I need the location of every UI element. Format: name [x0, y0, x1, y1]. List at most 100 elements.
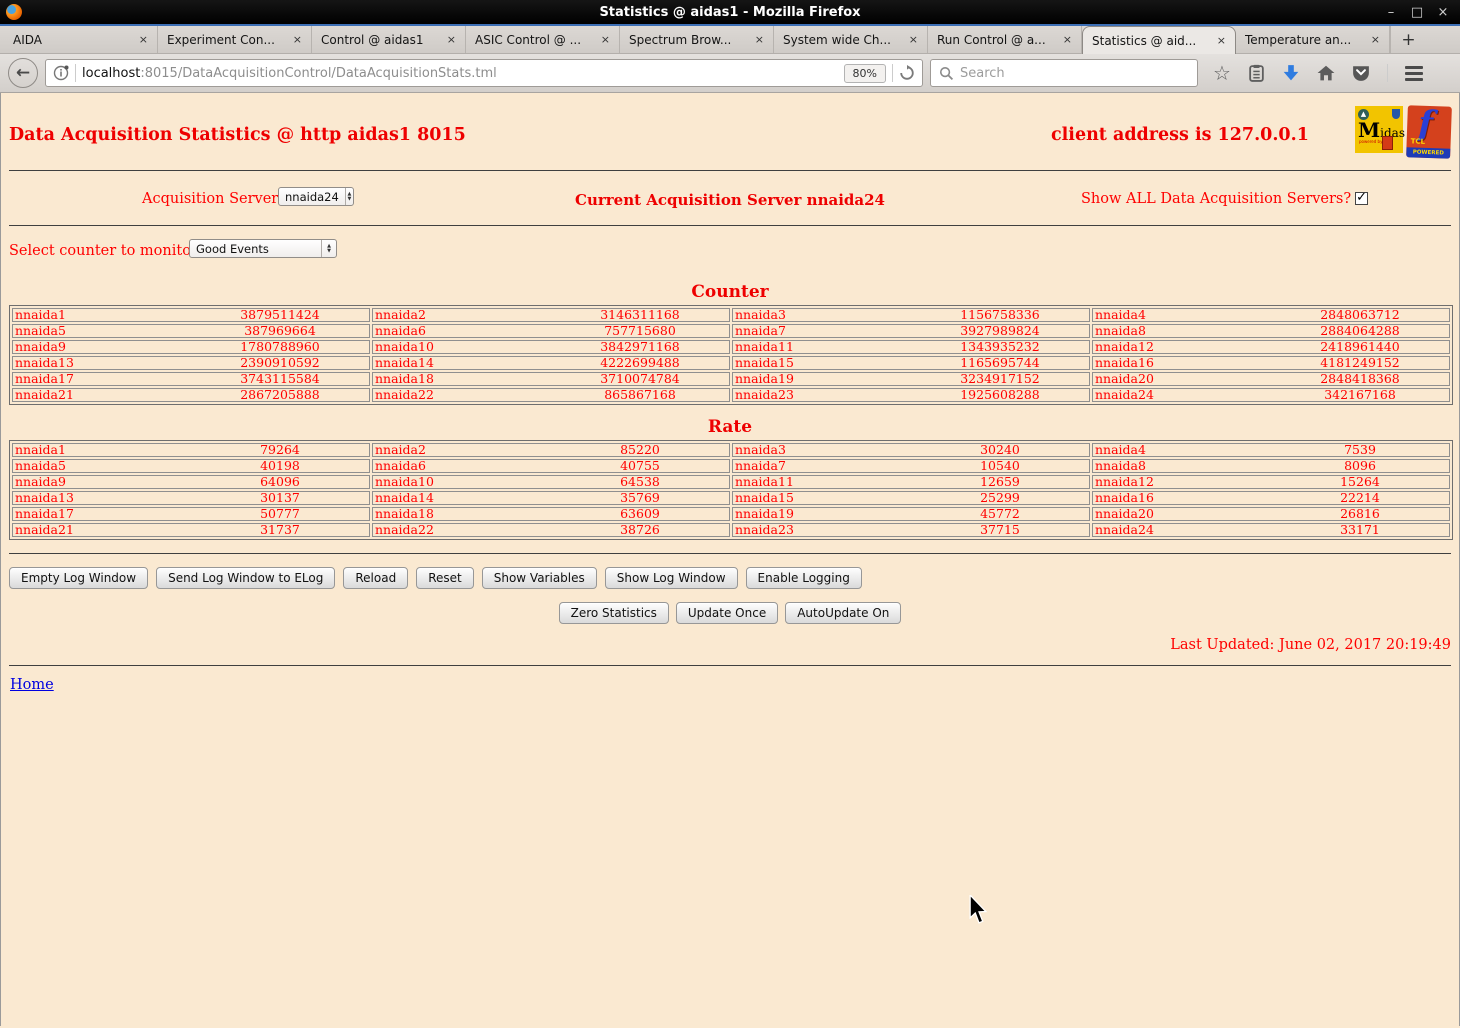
menu-hamburger-icon[interactable] [1404, 65, 1423, 81]
stat-name: nnaida19 [735, 508, 794, 520]
stat-name: nnaida16 [1095, 357, 1154, 369]
stat-name: nnaida2 [375, 309, 426, 321]
zoom-level-badge[interactable]: 80% [843, 63, 886, 83]
stat-name: nnaida18 [375, 373, 434, 385]
autoupdate-on-button[interactable]: AutoUpdate On [785, 602, 902, 624]
maximize-button[interactable]: □ [1408, 5, 1426, 20]
tab-spectrum-brow[interactable]: Spectrum Brow... × [620, 26, 774, 53]
update-buttons-row: Zero Statistics Update Once AutoUpdate On [1, 602, 1459, 624]
show-all-servers-label: Show ALL Data Acquisition Servers? [1081, 190, 1369, 207]
bookmarks-clipboard-icon[interactable] [1248, 64, 1265, 82]
tab-close-icon[interactable]: × [1217, 34, 1226, 47]
select-counter-label: Select counter to monitor [9, 243, 198, 259]
stat-name: nnaida7 [735, 325, 786, 337]
stat-value: 30240 [980, 442, 1020, 457]
counter-select[interactable]: Good Events ▲ ▼ [189, 239, 337, 258]
tab-control-aidas1[interactable]: Control @ aidas1 × [312, 26, 466, 53]
stat-cell-nnaida12: nnaida12 15264 [1092, 475, 1450, 489]
tab-close-icon[interactable]: × [139, 33, 148, 46]
tab-label: ASIC Control @ ... [475, 32, 582, 47]
back-button[interactable]: ← [8, 58, 38, 88]
search-icon [939, 66, 954, 80]
window-title: Statistics @ aidas1 - Mozilla Firefox [599, 4, 861, 20]
stat-cell-nnaida22: nnaida22 865867168 [372, 388, 730, 402]
tab-close-icon[interactable]: × [601, 33, 610, 46]
tab-close-icon[interactable]: × [447, 33, 456, 46]
stat-cell-nnaida16: nnaida16 22214 [1092, 491, 1450, 505]
reload-icon[interactable] [899, 65, 915, 81]
tab-asic-control[interactable]: ASIC Control @ ... × [466, 26, 620, 53]
tab-label: Statistics @ aid... [1092, 33, 1197, 48]
tab-experiment-con[interactable]: Experiment Con... × [158, 26, 312, 53]
stat-cell-nnaida5: nnaida5 40198 [12, 459, 370, 473]
search-input[interactable] [960, 65, 1189, 81]
stat-name: nnaida20 [1095, 373, 1154, 385]
stat-value: 2867205888 [240, 387, 320, 402]
search-bar[interactable] [930, 59, 1198, 87]
update-once-button[interactable]: Update Once [675, 602, 779, 624]
stat-cell-nnaida19: nnaida19 3234917152 [732, 372, 1090, 386]
stat-value: 31737 [260, 522, 300, 537]
stat-name: nnaida10 [375, 476, 434, 488]
show-variables-button[interactable]: Show Variables [481, 567, 597, 589]
reset-button[interactable]: Reset [416, 567, 474, 589]
tcl-powered-text: POWERED [1406, 147, 1451, 159]
stat-name: nnaida9 [15, 341, 66, 353]
bookmark-star-icon[interactable]: ☆ [1213, 63, 1231, 83]
stat-value: 342167168 [1324, 387, 1396, 402]
tab-temperature-an[interactable]: Temperature an... × [1236, 26, 1390, 53]
stat-cell-nnaida12: nnaida12 2418961440 [1092, 340, 1450, 354]
stat-name: nnaida1 [15, 309, 66, 321]
close-button[interactable]: × [1434, 5, 1452, 20]
counter-section-title: Counter [691, 282, 769, 302]
show-all-checkbox[interactable] [1355, 190, 1369, 205]
home-icon[interactable] [1317, 65, 1335, 81]
tab-close-icon[interactable]: × [1371, 33, 1380, 46]
midas-powered-text: powered by [1359, 139, 1383, 144]
tcl-powered-logo[interactable]: f TCL POWERED [1406, 105, 1452, 159]
tab-close-icon[interactable]: × [1063, 33, 1072, 46]
stat-value: 3842971168 [600, 339, 680, 354]
show-log-window-button[interactable]: Show Log Window [604, 567, 738, 589]
tab-statistics-aid[interactable]: Statistics @ aid... × [1082, 26, 1236, 54]
stat-name: nnaida23 [735, 524, 794, 536]
new-tab-button[interactable]: + [1390, 26, 1426, 53]
send-log-window-to-elog-button[interactable]: Send Log Window to ELog [156, 567, 336, 589]
enable-logging-button[interactable]: Enable Logging [745, 567, 862, 589]
stat-value: 4222699488 [600, 355, 680, 370]
empty-log-window-button[interactable]: Empty Log Window [9, 567, 149, 589]
tab-system-wide-ch[interactable]: System wide Ch... × [774, 26, 928, 53]
page-header: Data Acquisition Statistics @ http aidas… [1, 93, 1459, 170]
table-row: nnaida1 3879511424 nnaida2 3146311168 nnaida… [12, 308, 1450, 322]
tab-close-icon[interactable]: × [293, 33, 302, 46]
table-row: nnaida9 1780788960 nnaida10 3842971168 nnaid… [12, 340, 1450, 354]
reload-button[interactable]: Reload [343, 567, 409, 589]
stat-value: 8096 [1344, 458, 1376, 473]
tab-close-icon[interactable]: × [755, 33, 764, 46]
minimize-button[interactable]: – [1382, 5, 1400, 20]
home-link[interactable]: Home [10, 677, 54, 693]
tab-close-icon[interactable]: × [909, 33, 918, 46]
stat-cell-nnaida22: nnaida22 38726 [372, 523, 730, 537]
tab-aida[interactable]: AIDA × [4, 26, 158, 53]
stat-name: nnaida17 [15, 373, 74, 385]
stat-cell-nnaida10: nnaida10 3842971168 [372, 340, 730, 354]
stat-name: nnaida21 [15, 389, 74, 401]
midas-logo[interactable]: ▲ Midas powered by [1355, 106, 1405, 153]
stat-value: 50777 [260, 506, 300, 521]
url-bar[interactable]: localhost:8015/DataAcquisitionControl/Da… [45, 59, 923, 87]
stat-value: 757715680 [604, 323, 676, 338]
downloads-icon[interactable] [1282, 64, 1300, 82]
site-info-icon[interactable] [53, 65, 69, 81]
tab-run-control-a[interactable]: Run Control @ a... × [928, 26, 1082, 53]
zero-statistics-button[interactable]: Zero Statistics [558, 602, 669, 624]
stat-cell-nnaida1: nnaida1 3879511424 [12, 308, 370, 322]
url-text[interactable]: localhost:8015/DataAcquisitionControl/Da… [82, 66, 838, 81]
stat-cell-nnaida6: nnaida6 757715680 [372, 324, 730, 338]
toolbar-divider [1386, 64, 1388, 82]
stat-name: nnaida3 [735, 309, 786, 321]
pocket-icon[interactable] [1352, 64, 1370, 82]
stat-name: nnaida8 [1095, 460, 1146, 472]
stat-name: nnaida19 [735, 373, 794, 385]
table-row: nnaida21 31737 nnaida22 38726 nnaida23 37715 n… [12, 523, 1450, 537]
